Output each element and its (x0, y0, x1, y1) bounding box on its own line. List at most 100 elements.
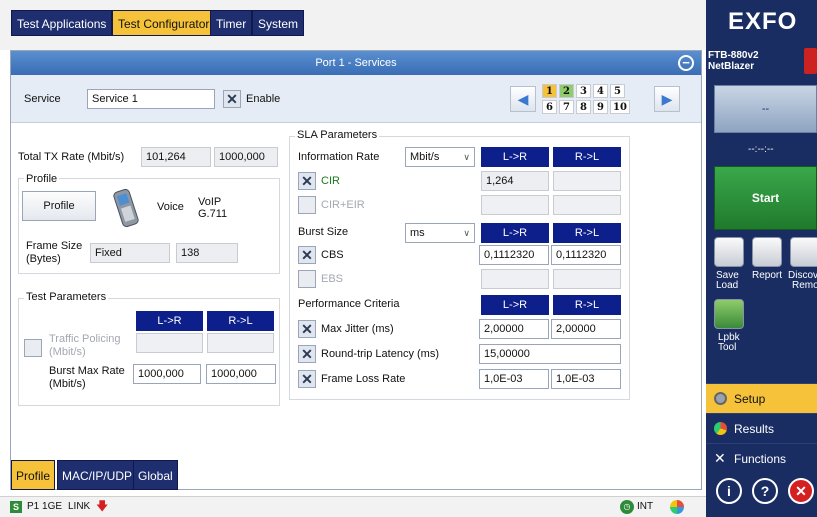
burst-max-rate-lr-input[interactable]: 1000,000 (133, 364, 201, 384)
service-page-1[interactable]: 1 (542, 84, 557, 98)
tab-timer[interactable]: Timer (210, 10, 253, 36)
start-button[interactable]: Start (714, 166, 817, 230)
information-rate-unit-select[interactable]: Mbit/s ∨ (405, 147, 475, 167)
burst-max-rate-label-line2: (Mbit/s) (49, 378, 86, 390)
round-trip-latency-input[interactable]: 15,00000 (479, 344, 621, 364)
total-tx-rate-value: 101,264 (141, 147, 211, 167)
information-rate-unit-value: Mbit/s (410, 151, 440, 163)
traffic-policing-label-line1: Traffic Policing (49, 333, 121, 345)
burst-max-rate-label-line1: Burst Max Rate (49, 365, 125, 377)
discover-remote-icon[interactable] (790, 237, 817, 267)
prev-service-button[interactable]: ◀ (510, 86, 536, 112)
burst-size-lr-header: L->R (481, 223, 549, 243)
int-label: INT (637, 501, 654, 512)
cir-eir-lr (481, 195, 549, 215)
profile-button[interactable]: Profile (22, 191, 96, 221)
frame-size-label-line1: Frame Size (26, 240, 83, 252)
max-jitter-rl-input[interactable]: 2,00000 (551, 319, 621, 339)
information-rate-label: Information Rate (298, 151, 380, 163)
sla-parameters-label: SLA Parameters (295, 129, 380, 141)
service-page-7[interactable]: 7 (559, 100, 574, 114)
burst-size-unit-select[interactable]: ms ∨ (405, 223, 475, 243)
info-rate-lr-header: L->R (481, 147, 549, 167)
info-rate-rl-header: R->L (553, 147, 621, 167)
cir-rl-value (553, 171, 621, 191)
tab-test-applications[interactable]: Test Applications (11, 10, 113, 36)
burst-max-rate-rl-input[interactable]: 1000,000 (206, 364, 276, 384)
max-jitter-checkbox[interactable]: ✕ (298, 320, 316, 338)
device-model: FTB-880v2 (708, 50, 759, 61)
traffic-policing-checkbox[interactable] (24, 339, 42, 357)
device-name: NetBlazer (708, 61, 755, 72)
enable-checkbox[interactable]: ✕ (223, 90, 241, 108)
menu-functions-label: Functions (734, 452, 787, 466)
profile-type: Voice (157, 201, 184, 213)
round-trip-latency-checkbox[interactable]: ✕ (298, 345, 316, 363)
status-display: -- (714, 85, 817, 133)
exfo-logo: EXFO (728, 8, 798, 35)
save-load-icon[interactable] (714, 237, 744, 267)
tab-system[interactable]: System (252, 10, 305, 36)
service-page-10[interactable]: 10 (610, 100, 630, 114)
tab-profile[interactable]: Profile (11, 460, 56, 490)
performance-criteria-label: Performance Criteria (298, 298, 400, 310)
menu-setup[interactable]: Setup (706, 383, 817, 413)
cir-eir-rl (553, 195, 621, 215)
service-page-8[interactable]: 8 (576, 100, 591, 114)
cir-lr-value: 1,264 (481, 171, 549, 191)
frame-size-value: 138 (176, 243, 238, 263)
service-page-5[interactable]: 5 (610, 84, 625, 98)
load-label: Load (716, 280, 739, 291)
profile-group-label: Profile (24, 173, 60, 185)
loopback-tool-icon[interactable] (714, 299, 744, 329)
help-icon[interactable]: ? (752, 478, 778, 504)
info-icon[interactable]: i (716, 478, 742, 504)
service-name-input[interactable]: Service 1 (87, 89, 215, 109)
next-service-button[interactable]: ▶ (654, 86, 680, 112)
test-timer: --:--:-- (748, 144, 774, 155)
cbs-lr-input[interactable]: 0,1112320 (479, 245, 549, 265)
traffic-policing-lr (136, 333, 203, 353)
cir-checkbox[interactable]: ✕ (298, 172, 316, 190)
cir-label: CIR (321, 175, 340, 187)
service-page-6[interactable]: 6 (542, 100, 557, 114)
profile-codec-line2: G.711 (198, 208, 228, 220)
port-status-icon: S (10, 501, 22, 513)
phone-icon (110, 188, 146, 230)
frame-loss-rate-rl-input[interactable]: 1,0E-03 (551, 369, 621, 389)
service-page-4[interactable]: 4 (593, 84, 608, 98)
max-jitter-label: Max Jitter (ms) (321, 323, 394, 335)
panel-title: Port 1 - Services (11, 51, 701, 75)
profile-codec-line1: VoIP (198, 196, 222, 208)
menu-results[interactable]: Results (706, 413, 817, 443)
menu-setup-label: Setup (734, 392, 766, 406)
pie-chart-icon (714, 422, 727, 435)
report-label: Report (752, 270, 783, 281)
ebs-checkbox[interactable] (298, 270, 316, 288)
cbs-checkbox[interactable]: ✕ (298, 246, 316, 264)
bottom-tab-bar: Profile MAC/IP/UDP Global (11, 460, 701, 490)
alarm-icon (804, 48, 817, 74)
traffic-policing-label-line2: (Mbit/s) (49, 346, 86, 358)
tab-global[interactable]: Global (133, 460, 178, 490)
max-jitter-lr-input[interactable]: 2,00000 (479, 319, 549, 339)
close-icon[interactable]: ✕ (788, 478, 814, 504)
cbs-rl-input[interactable]: 0,1112320 (551, 245, 621, 265)
tab-test-configurator[interactable]: Test Configurator (112, 10, 216, 36)
enable-label: Enable (246, 93, 281, 105)
frame-loss-rate-lr-input[interactable]: 1,0E-03 (479, 369, 549, 389)
service-page-3[interactable]: 3 (576, 84, 591, 98)
cir-eir-checkbox[interactable] (298, 196, 316, 214)
collapse-icon[interactable]: − (678, 55, 694, 71)
remote-label: Remot (792, 280, 817, 291)
tab-mac-ip-udp[interactable]: MAC/IP/UDP (57, 460, 138, 490)
ebs-rl (553, 269, 621, 289)
service-page-2[interactable]: 2 (559, 84, 574, 98)
frame-loss-rate-label: Frame Loss Rate (321, 373, 406, 385)
service-page-9[interactable]: 9 (593, 100, 608, 114)
menu-functions[interactable]: ✕ Functions (706, 443, 817, 473)
frame-loss-rate-checkbox[interactable]: ✕ (298, 370, 316, 388)
report-icon[interactable] (752, 237, 782, 267)
cir-eir-label: CIR+EIR (321, 199, 365, 211)
cbs-label: CBS (321, 249, 344, 261)
